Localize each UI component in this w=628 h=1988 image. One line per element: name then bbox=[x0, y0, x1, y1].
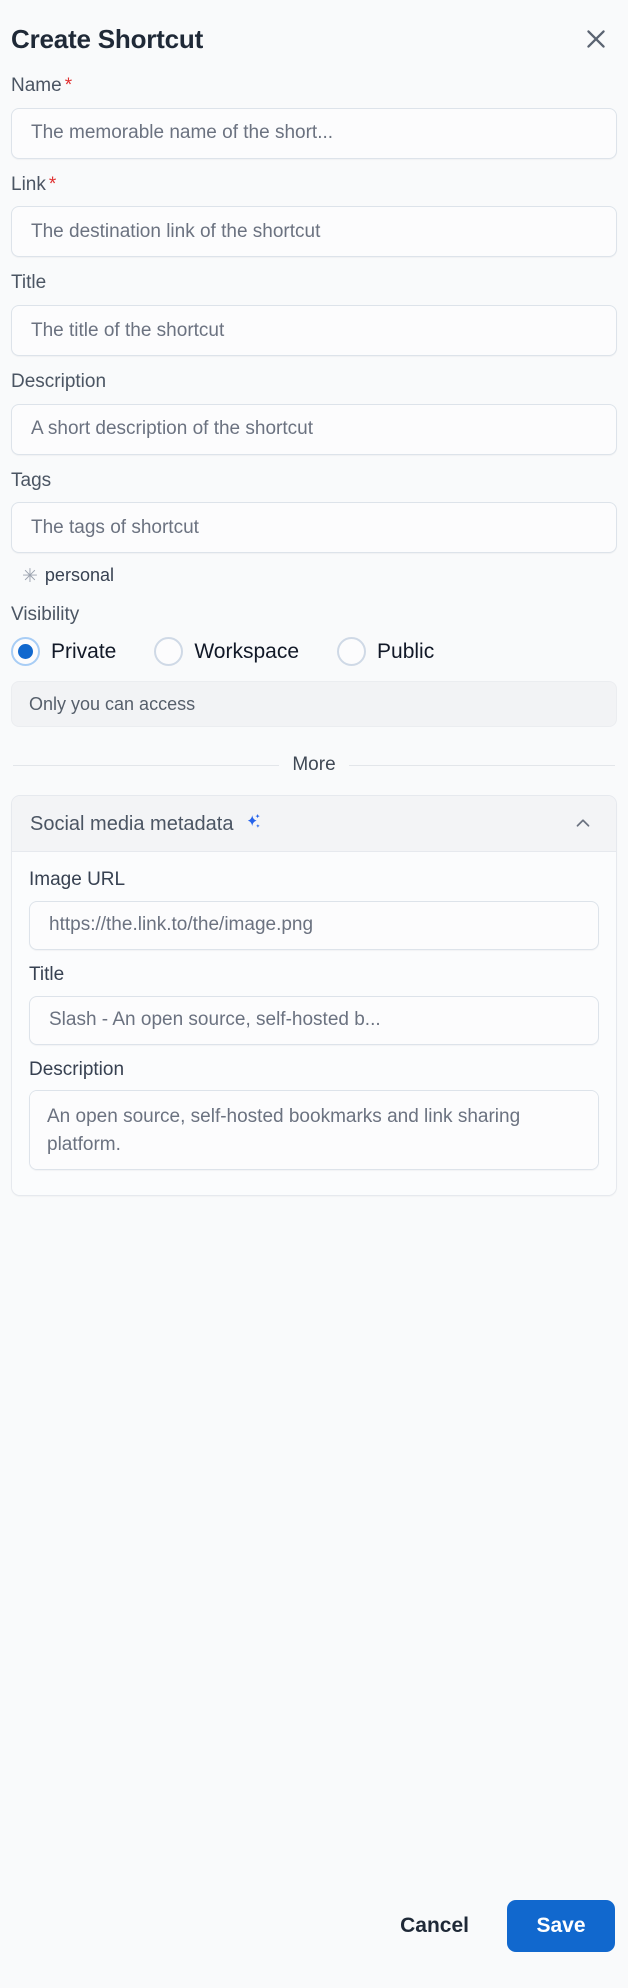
visibility-option-workspace[interactable]: Workspace bbox=[154, 637, 300, 667]
link-input[interactable] bbox=[11, 206, 617, 258]
description-label: Description bbox=[11, 371, 107, 393]
link-label: Link * bbox=[11, 173, 617, 198]
social-panel-header[interactable]: Social media metadata bbox=[12, 796, 616, 853]
tags-input[interactable] bbox=[11, 502, 617, 554]
asterisk-icon: ✳ bbox=[22, 566, 38, 588]
cancel-button[interactable]: Cancel bbox=[376, 1900, 493, 1952]
field-description: Description bbox=[11, 370, 617, 455]
visibility-option-public-label: Public bbox=[377, 640, 435, 664]
tag-suggestion-list: ✳ personal bbox=[11, 564, 617, 587]
field-social-image-url: Image URL bbox=[29, 868, 599, 950]
name-required-asterisk: * bbox=[64, 75, 73, 96]
visibility-option-workspace-label: Workspace bbox=[194, 640, 300, 664]
close-icon bbox=[583, 26, 609, 52]
visibility-label: Visibility bbox=[11, 604, 80, 626]
chevron-up-icon bbox=[572, 812, 594, 837]
field-title: Title bbox=[11, 271, 617, 357]
divider-line-left bbox=[13, 764, 280, 766]
field-link: Link * bbox=[11, 173, 617, 258]
tag-suggestion-label: personal bbox=[44, 565, 114, 586]
save-button[interactable]: Save bbox=[507, 1900, 615, 1952]
radio-icon-public bbox=[337, 637, 367, 667]
divider-line-right bbox=[348, 764, 616, 766]
more-label: More bbox=[292, 754, 336, 776]
visibility-note: Only you can access bbox=[11, 681, 617, 728]
more-divider: More bbox=[13, 754, 616, 776]
social-description-label: Description bbox=[29, 1058, 125, 1080]
name-label: Name * bbox=[11, 74, 617, 99]
title-input[interactable] bbox=[11, 305, 617, 357]
visibility-option-public[interactable]: Public bbox=[337, 637, 435, 667]
social-image-url-input[interactable] bbox=[29, 900, 599, 950]
social-panel-body: Image URL Title Description bbox=[12, 852, 616, 1196]
radio-icon-private bbox=[11, 637, 40, 667]
tag-suggestion-personal[interactable]: ✳ personal bbox=[20, 564, 116, 587]
social-title-label: Title bbox=[29, 963, 65, 985]
visibility-option-private-label: Private bbox=[51, 640, 117, 664]
visibility-note-text: Only you can access bbox=[29, 693, 196, 714]
field-social-description: Description bbox=[29, 1058, 599, 1176]
link-label-text: Link bbox=[11, 173, 46, 195]
field-social-title: Title bbox=[29, 963, 599, 1045]
visibility-radio-group: Private Workspace Public bbox=[11, 637, 617, 667]
visibility-option-private[interactable]: Private bbox=[11, 637, 117, 667]
field-visibility: Visibility Private Workspace Public Only… bbox=[11, 603, 617, 728]
social-media-metadata-panel: Social media metadata Image URL https://… bbox=[11, 795, 617, 1197]
tags-label: Tags bbox=[11, 469, 52, 491]
dialog-header: Create Shortcut bbox=[11, 0, 617, 74]
social-panel-collapse-button[interactable] bbox=[570, 811, 596, 837]
field-name: Name * bbox=[11, 74, 617, 159]
sparkles-icon bbox=[242, 812, 266, 836]
radio-icon-workspace bbox=[154, 637, 184, 667]
close-button[interactable] bbox=[579, 22, 613, 56]
social-description-textarea[interactable] bbox=[29, 1090, 599, 1171]
social-title-input[interactable] bbox=[29, 995, 599, 1045]
name-label-text: Name bbox=[11, 75, 62, 96]
title-label: Title bbox=[11, 272, 47, 294]
page-title: Create Shortcut bbox=[11, 24, 204, 54]
link-required-asterisk: * bbox=[48, 173, 57, 195]
create-shortcut-dialog: Create Shortcut Name* Link* Title Descri… bbox=[0, 0, 628, 1988]
social-panel-title: Social media metadata bbox=[30, 812, 234, 835]
social-panel-header-left: Social media metadata bbox=[30, 812, 266, 836]
dialog-footer: Cancel Save bbox=[11, 1900, 617, 1988]
name-input[interactable] bbox=[11, 107, 617, 159]
field-tags: Tags ✳ personal bbox=[11, 469, 617, 588]
social-image-url-label: Image URL bbox=[29, 869, 126, 891]
description-input[interactable] bbox=[11, 403, 617, 455]
